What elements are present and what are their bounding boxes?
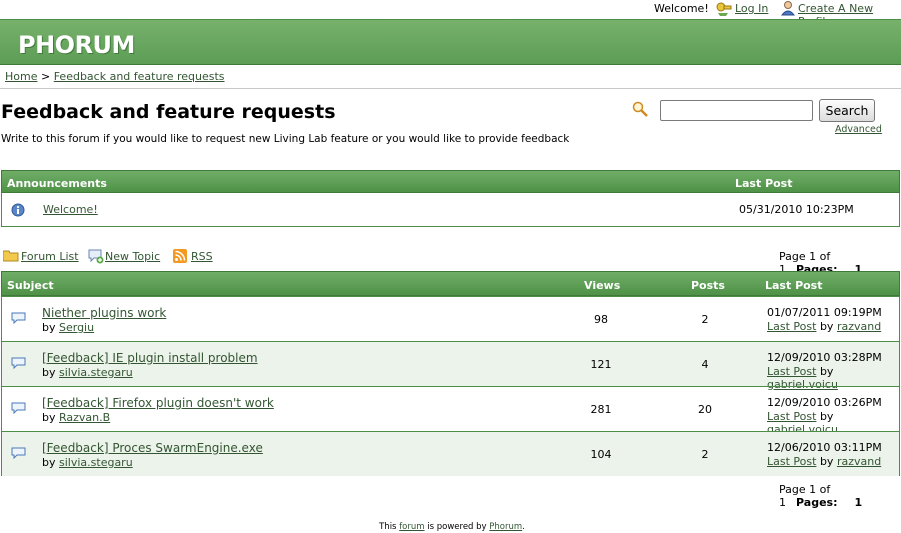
topics-header: Subject Views Posts Last Post [1,271,900,296]
footer-forum-link[interactable]: forum [399,522,424,532]
announcement-last-post: 05/31/2010 10:23PM [739,203,854,216]
author-link[interactable]: Razvan.B [59,411,110,424]
last-post-link[interactable]: Last Post [767,365,816,378]
table-row: [Feedback] IE plugin install problem by … [2,341,899,391]
new-topic-link[interactable]: New Topic [105,250,160,263]
topic-link[interactable]: [Feedback] Firefox plugin doesn't work [42,396,274,410]
speech-bubble-icon [11,402,26,415]
new-topic-icon [88,248,104,264]
pagination-bottom: Page 1 of 1 Pages: 1 [779,483,901,509]
last-post-date: 12/06/2010 03:11PM [767,441,882,454]
posts-count: 20 [698,403,712,416]
views-count: 104 [590,448,612,461]
last-author-link[interactable]: razvand [837,320,881,333]
table-row: [Feedback] Firefox plugin doesn't work b… [2,386,899,436]
advanced-search-link[interactable]: Advanced [835,124,882,135]
footer: This forum is powered by Phorum. [0,522,901,532]
by-label: by [42,366,56,379]
posts-count: 4 [701,358,709,371]
topic-link[interactable]: Niether plugins work [42,306,166,320]
breadcrumb: Home > Feedback and feature requests [5,70,225,83]
login-link[interactable]: Log In [735,2,768,15]
footer-this: This [379,522,397,532]
views-count: 121 [590,358,612,371]
rss-icon [173,249,187,263]
page-title: Feedback and feature requests [1,101,336,123]
footer-phorum-link[interactable]: Phorum [489,522,522,532]
breadcrumb-current[interactable]: Feedback and feature requests [54,70,225,83]
footer-powered: is powered by [427,522,487,532]
pages-label: Pages: [796,496,838,509]
col-posts: Posts [691,279,725,292]
announcements-header: Announcements Last Post [1,170,900,193]
topic-author-line: by Sergiu [42,321,94,334]
announcements-last-post-label: Last Post [735,177,793,190]
by-label: by [819,410,834,423]
col-subject: Subject [7,279,54,292]
last-post-date: 12/09/2010 03:26PM [767,396,882,409]
search-button[interactable]: Search [819,99,875,122]
last-post-link[interactable]: Last Post [767,410,816,423]
last-post-line: Last Post by razvand [767,320,881,333]
by-label: by [42,456,56,469]
topic-link[interactable]: [Feedback] Proces SwarmEngine.exe [42,441,263,455]
views-count: 98 [594,313,608,326]
author-link[interactable]: silvia.stegaru [59,366,133,379]
col-views: Views [584,279,621,292]
search-icon [632,101,648,117]
user-icon [780,0,796,16]
last-post-date: 01/07/2011 09:19PM [767,306,882,319]
breadcrumb-separator: > [37,70,54,83]
by-label: by [819,320,834,333]
last-author-link[interactable]: razvand [837,455,881,468]
forum-description: Write to this forum if you would like to… [1,133,570,145]
col-last-post: Last Post [765,279,823,292]
key-icon [716,1,732,16]
site-header: PHORUM [0,19,901,65]
speech-bubble-icon [11,447,26,460]
by-label: by [819,365,834,378]
divider [0,88,901,89]
posts-count: 2 [701,448,709,461]
topic-link[interactable]: [Feedback] IE plugin install problem [42,351,258,365]
rss-link[interactable]: RSS [191,250,213,263]
posts-count: 2 [701,313,709,326]
speech-bubble-icon [11,357,26,370]
search-input[interactable] [660,100,813,121]
announcements-label: Announcements [7,177,107,190]
last-post-line: Last Post by razvand [767,455,881,468]
by-label: by [42,321,56,334]
topic-author-line: by silvia.stegaru [42,456,133,469]
speech-bubble-icon [11,312,26,325]
table-row: Niether plugins work by Sergiu 98 2 01/0… [2,296,899,341]
last-post-link[interactable]: Last Post [767,455,816,468]
views-count: 281 [590,403,612,416]
footer-end: . [522,522,525,532]
forum-list-link[interactable]: Forum List [21,250,79,263]
welcome-text: Welcome! [654,2,709,15]
folder-icon [2,250,19,262]
last-post-link[interactable]: Last Post [767,320,816,333]
announcement-link[interactable]: Welcome! [43,203,98,216]
breadcrumb-home[interactable]: Home [5,70,37,83]
user-bar: Welcome! Log In Create A New Profile [0,0,901,28]
author-link[interactable]: silvia.stegaru [59,456,133,469]
author-link[interactable]: Sergiu [59,321,94,334]
by-label: by [42,411,56,424]
current-page: 1 [854,496,863,509]
last-post-date: 12/09/2010 03:28PM [767,351,882,364]
info-icon [11,203,25,217]
table-row: [Feedback] Proces SwarmEngine.exe by sil… [2,431,899,476]
phorum-logo[interactable]: PHORUM [18,31,135,59]
topic-author-line: by silvia.stegaru [42,366,133,379]
by-label: by [819,455,834,468]
topic-author-line: by Razvan.B [42,411,110,424]
